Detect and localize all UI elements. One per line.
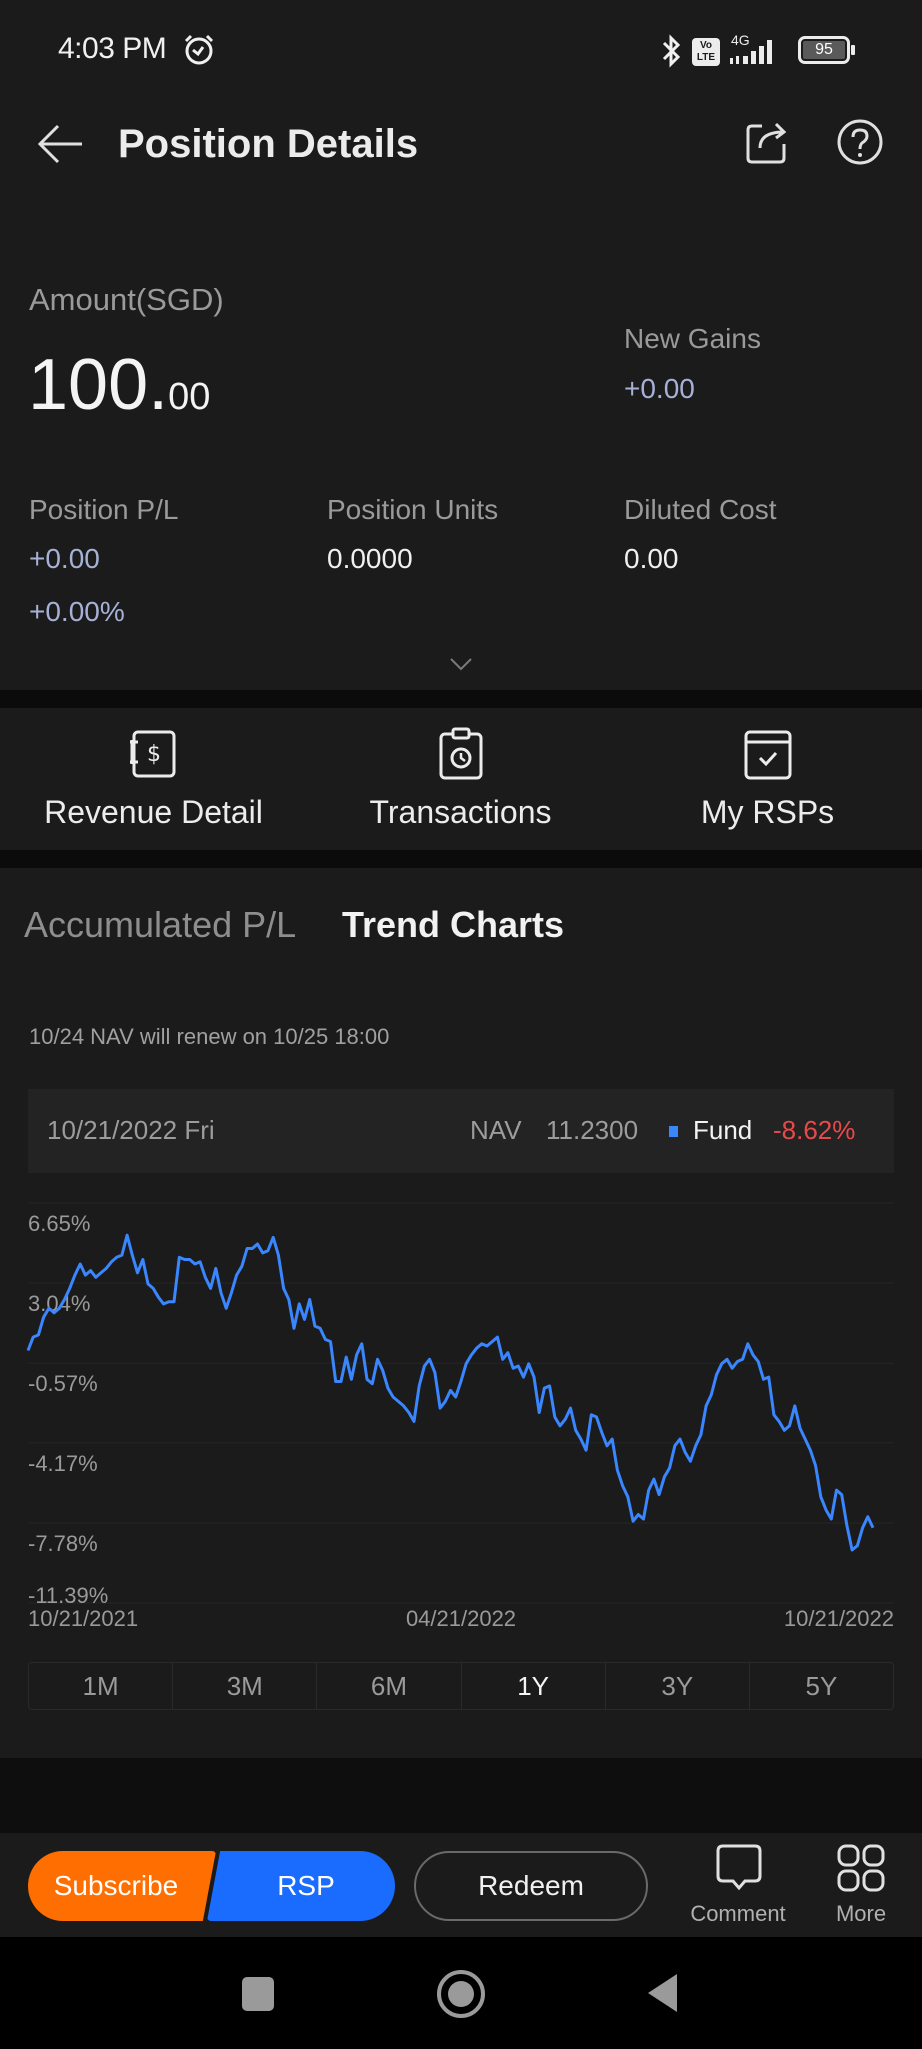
new-gains-label: New Gains [624, 323, 761, 354]
diluted-cost-value: 0.00 [624, 543, 679, 574]
triangle-back-icon[interactable] [644, 1971, 680, 2015]
transactions-button[interactable]: Transactions [307, 708, 614, 850]
period-6m[interactable]: 6M [317, 1663, 462, 1709]
position-pl-label: Position P/L [29, 494, 179, 525]
content-end-spacer [0, 1758, 922, 1833]
rsp-button[interactable]: RSP [207, 1851, 395, 1921]
trend-chart[interactable]: 6.65% 3.04% -0.57% -4.17% -7.78% -11.39% 10/21… [0, 1180, 922, 1631]
y-tick-label: 3.04% [28, 1291, 90, 1316]
x-tick-label: 10/21/2022 [784, 1606, 894, 1630]
calendar-check-icon [744, 730, 791, 780]
trend-chart-svg: 6.65%3.04%-0.57%-4.17%-7.78%-11.39%10/21… [26, 1202, 894, 1631]
tab-trend-charts[interactable]: Trend Charts [342, 904, 564, 946]
legend-label: Fund [693, 1115, 753, 1145]
battery-level: 95 [803, 41, 845, 59]
section-divider [0, 850, 922, 868]
period-selector: 1M 3M 6M 1Y 3Y 5Y [28, 1662, 894, 1710]
position-units-label: Position Units [327, 494, 499, 525]
grid-icon [837, 1844, 885, 1892]
help-icon[interactable] [836, 118, 884, 166]
amount-label: Amount(SGD) [29, 282, 224, 317]
position-units-value: 0.0000 [327, 543, 413, 574]
system-nav-bar [0, 1937, 922, 2049]
y-tick-label: -7.78% [28, 1531, 98, 1556]
quick-actions: $ Revenue Detail Transactions My RSPs [0, 708, 922, 850]
y-tick-label: -11.39% [28, 1583, 108, 1608]
period-1m[interactable]: 1M [29, 1663, 174, 1709]
section-divider [0, 690, 922, 708]
volte-icon: Vo LTE [692, 38, 720, 66]
status-time: 4:03 PM [58, 32, 167, 65]
comment-button[interactable]: Comment [683, 1843, 793, 1933]
signal-icon [730, 40, 772, 64]
nav-renew-note: 10/24 NAV will renew on 10/25 18:00 [29, 1024, 390, 1049]
transactions-label: Transactions [369, 794, 552, 830]
position-pl-value: +0.00 [29, 543, 100, 574]
arrow-left-icon[interactable] [36, 120, 86, 170]
period-5y[interactable]: 5Y [750, 1663, 893, 1709]
share-icon[interactable] [742, 118, 790, 166]
legend-swatch [669, 1126, 678, 1137]
subscribe-button[interactable]: Subscribe [28, 1851, 216, 1921]
page-title: Position Details [118, 122, 419, 166]
nav-value: 11.2300 [546, 1115, 639, 1145]
tab-accumulated-pl[interactable]: Accumulated P/L [24, 904, 296, 946]
revenue-detail-button[interactable]: $ Revenue Detail [0, 708, 307, 850]
chart-info-box: 10/21/2022 Fri NAV 11.2300 Fund -8.62% [28, 1089, 894, 1173]
fund-series-line [26, 1233, 875, 1552]
more-button[interactable]: More [806, 1843, 916, 1933]
y-tick-label: 6.65% [28, 1211, 90, 1236]
volte-line1: Vo [699, 40, 713, 51]
volte-line2: LTE [696, 52, 716, 63]
position-pl-pct: +0.00% [29, 596, 125, 627]
amount-int: 100. [28, 345, 169, 425]
revenue-dollar-icon: $ [129, 730, 175, 778]
comment-label: Comment [690, 1901, 786, 1926]
svg-text:$: $ [147, 742, 161, 767]
more-label: More [835, 1901, 887, 1926]
clipboard-clock-icon [439, 727, 482, 780]
revenue-detail-label: Revenue Detail [44, 794, 263, 830]
period-1y[interactable]: 1Y [462, 1663, 606, 1709]
amount-value: 100.00 [28, 344, 210, 426]
info-date: 10/21/2022 Fri [47, 1115, 215, 1145]
chevron-down-icon[interactable] [448, 656, 474, 672]
x-tick-label: 10/21/2021 [28, 1606, 138, 1630]
my-rsps-label: My RSPs [700, 794, 835, 830]
y-tick-label: -4.17% [28, 1451, 98, 1476]
battery-tip [851, 45, 855, 55]
amount-dec: 00 [168, 376, 211, 418]
new-gains-value: +0.00 [624, 373, 695, 404]
square-recents-icon[interactable] [242, 1977, 274, 2011]
period-3y[interactable]: 3Y [606, 1663, 750, 1709]
status-bar: 4:03 PM Vo LTE 4G 95 [0, 0, 922, 100]
period-3m[interactable]: 3M [173, 1663, 318, 1709]
alarm-icon [184, 34, 214, 65]
x-tick-label: 04/21/2022 [406, 1606, 516, 1630]
bottom-action-bar: Subscribe RSP Redeem Comment More [0, 1833, 922, 1937]
bluetooth-icon [662, 34, 681, 68]
y-tick-label: -0.57% [28, 1371, 98, 1396]
fund-change: -8.62% [773, 1115, 856, 1145]
nav-label: NAV [470, 1115, 522, 1145]
redeem-button[interactable]: Redeem [414, 1851, 648, 1921]
circle-home-icon[interactable] [434, 1967, 488, 2021]
comment-bubble-icon [716, 1844, 762, 1891]
my-rsps-button[interactable]: My RSPs [614, 708, 921, 850]
diluted-cost-label: Diluted Cost [624, 494, 777, 525]
battery-icon: 95 [798, 36, 850, 64]
